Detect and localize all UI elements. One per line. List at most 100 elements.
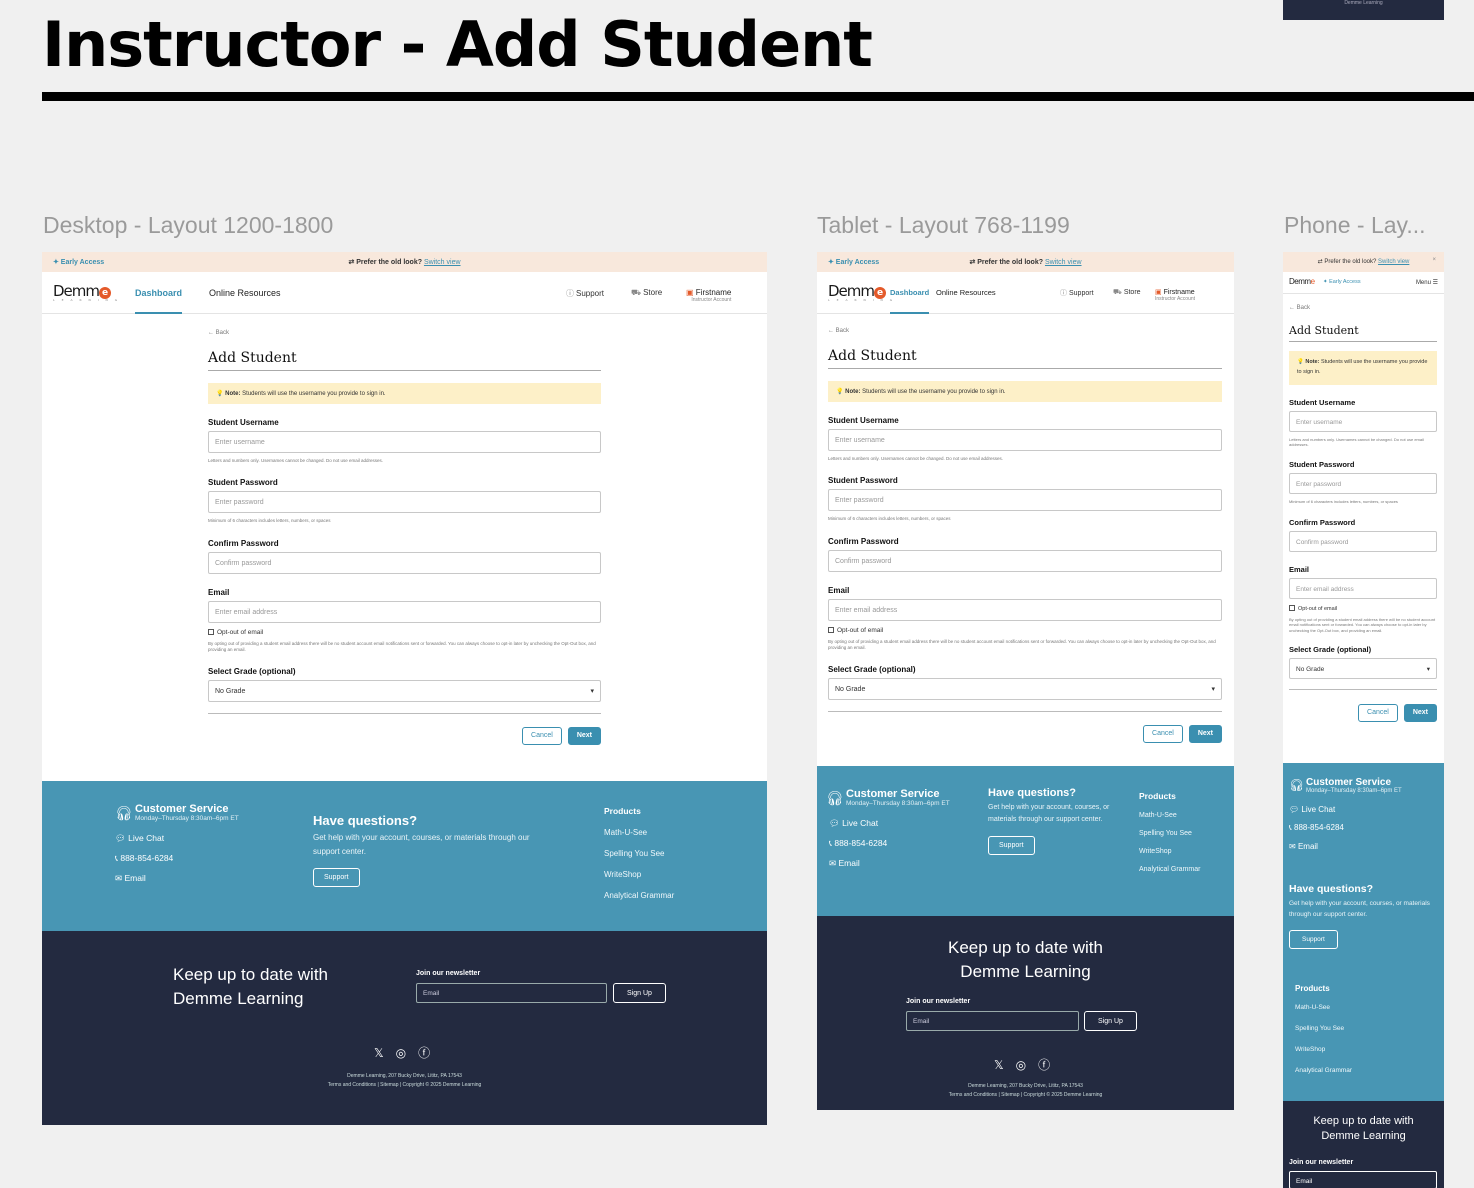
early-access-link[interactable]: ✦ Early Access [1323,279,1361,285]
newsletter-title: Keep up to date with Demme Learning [817,936,1234,984]
next-button[interactable]: Next [1188,725,1222,744]
product-analytical-grammar[interactable]: Analytical Grammar [1295,1067,1435,1074]
grade-select[interactable]: No Grade [828,678,1222,701]
product-analytical-grammar[interactable]: Analytical Grammar [1139,866,1234,873]
tab-online-resources[interactable]: Online Resources [936,288,996,297]
cancel-button[interactable]: Cancel [522,727,562,746]
checkbox-box[interactable] [1289,604,1295,611]
support-button[interactable]: Support [988,835,1035,855]
product-writeshop[interactable]: WriteShop [1295,1046,1435,1053]
switch-view-link[interactable]: Switch view [1378,259,1409,265]
email-input[interactable]: Enter email address [208,600,601,623]
demme-logo[interactable]: Demm e L E A R N I N G [53,282,120,302]
signup-button[interactable]: Sign Up [613,983,666,1003]
optout-checkbox[interactable]: Opt-out of email [828,626,1222,634]
confirm-password-input[interactable]: Confirm password [208,551,601,574]
username-input[interactable]: Enter username [828,429,1222,451]
facebook-icon[interactable]: ⓕ [1038,1058,1062,1072]
newsletter-email-input[interactable]: Email [1289,1171,1437,1188]
optout-label: Opt-out of email [217,628,264,636]
username-input[interactable]: Enter username [1289,410,1437,432]
password-input[interactable]: Enter password [1289,472,1437,494]
signup-button[interactable]: Sign Up [1084,1011,1137,1031]
support-button[interactable]: Support [1289,930,1338,950]
product-math-u-see[interactable]: Math-U-See [604,828,724,837]
cancel-button[interactable]: Cancel [1358,704,1398,723]
back-link[interactable]: ← Back [208,330,601,336]
username-input[interactable]: Enter username [208,431,601,453]
phone-link[interactable]: 📞︎ 888-854-6284 [826,838,986,849]
back-link[interactable]: ← Back [1289,305,1437,311]
next-button[interactable]: Next [567,727,601,746]
support-link[interactable]: ⓘ Support [1060,288,1094,298]
newsletter-email-input[interactable]: Email [906,1011,1079,1031]
confirm-password-input[interactable]: Confirm password [1289,530,1437,552]
hq-title: Have questions? [1289,883,1374,895]
email-label: Email [208,587,230,597]
prefer-text: ⇄ Prefer the old look? [1317,259,1377,265]
email-input[interactable]: Enter email address [1289,577,1437,599]
back-link[interactable]: ← Back [828,328,1222,334]
product-spelling-you-see[interactable]: Spelling You See [1139,830,1234,837]
tab-online-resources[interactable]: Online Resources [209,288,281,298]
x-icon[interactable]: 𝕏 [374,1046,396,1060]
product-writeshop[interactable]: WriteShop [604,870,724,879]
store-link[interactable]: ⛟ Store [631,288,662,298]
prefer-old-look: ⇄ Prefer the old look? Switch view [817,258,1234,266]
close-icon[interactable]: × [1432,257,1436,263]
support-button[interactable]: Support [313,868,360,888]
phone-label: 888-854-6284 [120,853,174,863]
user-menu[interactable]: ▣ Firstname Instructor Account [1155,288,1195,302]
checkbox-box[interactable] [208,628,214,635]
switch-view-link[interactable]: Switch view [424,259,461,266]
live-chat-link[interactable]: 💬︎ Live Chat [1289,805,1439,814]
email-input[interactable]: Enter email address [828,598,1222,621]
tab-dashboard[interactable]: Dashboard [135,288,183,314]
product-math-u-see[interactable]: Math-U-See [1139,812,1234,819]
legal-links[interactable]: Terms and Conditions | Sitemap | Copyrig… [42,1081,767,1090]
note-label: Note: [1305,359,1320,365]
tab-dashboard[interactable]: Dashboard [890,288,930,314]
product-analytical-grammar[interactable]: Analytical Grammar [604,891,724,900]
phone-link[interactable]: 📞︎ 888-854-6284 [115,853,285,864]
desktop-frame: ✦ Early Access ⇄ Prefer the old look? Sw… [42,252,767,1125]
password-input[interactable]: Enter password [208,491,601,514]
instagram-icon[interactable]: ◎ [396,1046,418,1060]
support-link[interactable]: ⓘ Support [566,288,604,299]
optout-checkbox[interactable]: Opt-out of email [208,628,601,636]
menu-button[interactable]: Menu ☰ [1416,279,1438,286]
live-chat-link[interactable]: 💬︎ Live Chat [115,833,285,844]
grade-select[interactable]: No Grade [208,680,601,703]
product-spelling-you-see[interactable]: Spelling You See [1295,1025,1435,1032]
product-spelling-you-see[interactable]: Spelling You See [604,849,724,858]
page-title: Add Student [828,348,1222,369]
switch-view-link[interactable]: Switch view [1045,259,1082,266]
newsletter-footer: Keep up to date with Demme Learning Join … [817,916,1234,1110]
product-math-u-see[interactable]: Math-U-See [1295,1004,1435,1011]
confirm-password-input[interactable]: Confirm password [828,549,1222,572]
instagram-icon[interactable]: ◎ [1016,1058,1038,1072]
demme-logo[interactable]: Demm e L E A R N I N G [828,282,895,302]
product-writeshop[interactable]: WriteShop [1139,848,1234,855]
store-link[interactable]: ⛟ Store [1113,288,1141,297]
email-link[interactable]: ✉ Email [1289,842,1439,851]
prefer-old-look: ⇄ Prefer the old look? Switch view [1283,258,1444,265]
optout-help: By opting out of providing a student ema… [1289,616,1436,633]
password-input[interactable]: Enter password [828,489,1222,512]
email-link[interactable]: ✉ Email [115,873,285,884]
grade-select[interactable]: No Grade [1289,658,1437,680]
email-link[interactable]: ✉ Email [826,858,986,869]
phone-link[interactable]: 📞︎ 888-854-6284 [1289,823,1439,833]
demme-logo[interactable]: Demme [1289,277,1315,286]
x-icon[interactable]: 𝕏 [994,1058,1016,1072]
user-menu[interactable]: ▣ Firstname Instructor Account [686,288,731,303]
live-chat-link[interactable]: 💬︎ Live Chat [826,818,986,829]
cancel-button[interactable]: Cancel [1143,725,1183,744]
checkbox-box[interactable] [828,626,834,633]
nl-line2: Demme Learning [960,961,1091,981]
optout-checkbox[interactable]: Opt-out of email [1289,604,1437,612]
newsletter-email-input[interactable]: Email [416,983,607,1003]
next-button[interactable]: Next [1403,704,1437,723]
legal-links[interactable]: Terms and Conditions | Sitemap | Copyrig… [817,1091,1234,1100]
facebook-icon[interactable]: ⓕ [418,1046,442,1060]
